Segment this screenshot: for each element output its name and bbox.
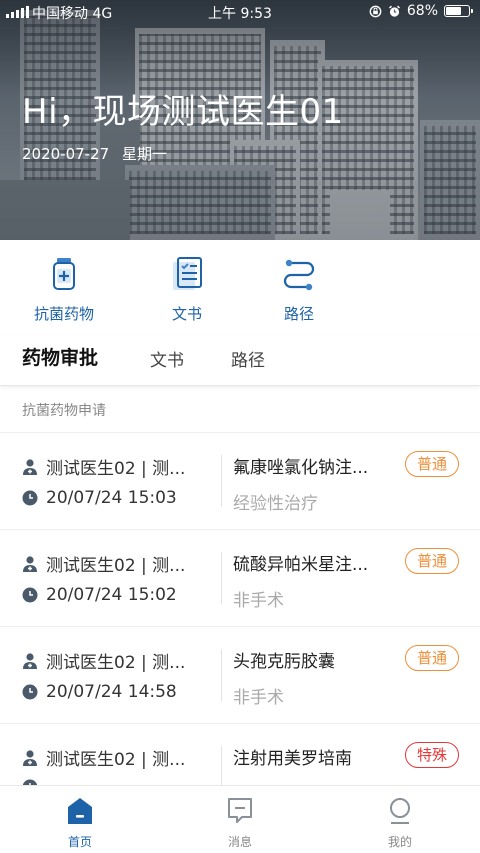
nav-label: 我的 — [387, 835, 412, 849]
current-date: 2020-07-27 — [22, 145, 110, 163]
list-item[interactable]: 测试医生02 | 测... 20/07/24 14:58 头孢克肟胶囊 非手术 … — [0, 626, 480, 723]
doctor-info: 测试医生02 | 测... — [22, 454, 185, 479]
request-time: 20/07/24 15:03 — [22, 488, 177, 508]
nav-label: 消息 — [227, 835, 252, 849]
request-time: 20/07/24 14:58 — [22, 682, 177, 702]
treatment-type: 非手术 — [233, 591, 284, 611]
message-icon — [228, 798, 252, 823]
rotation-lock-icon — [369, 5, 382, 17]
doctor-icon — [23, 749, 37, 766]
drug-name: 硫酸异帕米星注... — [233, 555, 369, 575]
doctor-info: 测试医生02 | 测... — [22, 745, 185, 770]
clock-icon — [22, 490, 38, 506]
clock-icon — [22, 587, 38, 603]
alarm-icon — [388, 5, 400, 17]
level-badge: 普通 — [405, 451, 459, 477]
medicine-bottle-icon — [53, 258, 75, 290]
nav-messages[interactable]: 消息 — [200, 796, 280, 850]
drug-name: 注射用美罗培南 — [233, 749, 352, 769]
shortcut-bar: 抗菌药物 文书 路径 — [0, 240, 480, 330]
shortcut-pathway[interactable]: 路径 — [251, 254, 347, 324]
date-line: 2020-07-27 星期一 — [22, 143, 167, 164]
current-weekday: 星期一 — [121, 145, 167, 163]
time-value: 20/07/24 14:58 — [46, 682, 177, 702]
nav-home[interactable]: 首页 — [40, 796, 120, 850]
doctor-icon — [23, 652, 37, 669]
drug-name: 头孢克肟胶囊 — [233, 652, 335, 672]
nav-profile[interactable]: 我的 — [360, 796, 440, 850]
treatment-type: 非手术 — [233, 688, 284, 708]
drug-name: 氟康唑氯化钠注... — [233, 458, 369, 478]
tab-drug-approval[interactable]: 药物审批 — [22, 343, 98, 370]
clock-icon — [22, 684, 38, 700]
divider — [221, 649, 222, 701]
tab-documents[interactable]: 文书 — [150, 346, 184, 371]
status-bar: 中国移动 4G 上午 9:53 68% — [0, 0, 480, 24]
doctor-name: 测试医生02 | 测... — [46, 750, 186, 770]
divider — [221, 455, 222, 507]
level-badge: 普通 — [405, 645, 459, 671]
battery-icon — [444, 5, 473, 17]
time-value: 20/07/24 15:02 — [46, 585, 177, 605]
request-time: 20/07/24 15:02 — [22, 585, 177, 605]
bottom-nav: 首页 消息 我的 — [0, 785, 480, 853]
list-item[interactable]: 测试医生02 | 测... 20/07/24 15:03 氟康唑氯化钠注... … — [0, 432, 480, 529]
document-icon — [173, 257, 202, 290]
time-value: 20/07/24 15:03 — [46, 488, 177, 508]
doctor-name: 测试医生02 | 测... — [46, 556, 186, 576]
nav-label: 首页 — [67, 835, 92, 849]
doctor-info: 测试医生02 | 测... — [22, 551, 185, 576]
doctor-info: 测试医生02 | 测... — [22, 648, 185, 673]
doctor-icon — [23, 458, 37, 475]
section-title: 抗菌药物申请 — [22, 403, 106, 419]
divider — [221, 552, 222, 604]
battery-percent: 68% — [406, 3, 438, 19]
shortcut-label: 抗菌药物 — [33, 305, 94, 323]
request-list: 测试医生02 | 测... 20/07/24 15:03 氟康唑氯化钠注... … — [0, 432, 480, 820]
level-badge: 特殊 — [405, 742, 459, 768]
level-badge: 普通 — [405, 548, 459, 574]
shortcut-label: 文书 — [171, 305, 202, 323]
shortcut-antibacterial[interactable]: 抗菌药物 — [16, 254, 112, 324]
treatment-type: 经验性治疗 — [233, 494, 318, 514]
doctor-name: 测试医生02 | 测... — [46, 459, 186, 479]
doctor-icon — [23, 555, 37, 572]
greeting-title: Hi，现场测试医生01 — [22, 92, 344, 132]
category-tabs: 药物审批 文书 路径 — [0, 336, 480, 386]
tab-pathway[interactable]: 路径 — [231, 346, 265, 371]
shortcut-label: 路径 — [283, 305, 314, 323]
path-icon — [283, 259, 315, 291]
home-icon — [68, 798, 92, 824]
doctor-name: 测试医生02 | 测... — [46, 653, 186, 673]
header-banner: 中国移动 4G 上午 9:53 68% Hi，现场测试医生01 2020-07-… — [0, 0, 480, 240]
user-icon — [390, 798, 410, 824]
shortcut-documents[interactable]: 文书 — [139, 254, 235, 324]
list-item[interactable]: 测试医生02 | 测... 20/07/24 15:02 硫酸异帕米星注... … — [0, 529, 480, 626]
